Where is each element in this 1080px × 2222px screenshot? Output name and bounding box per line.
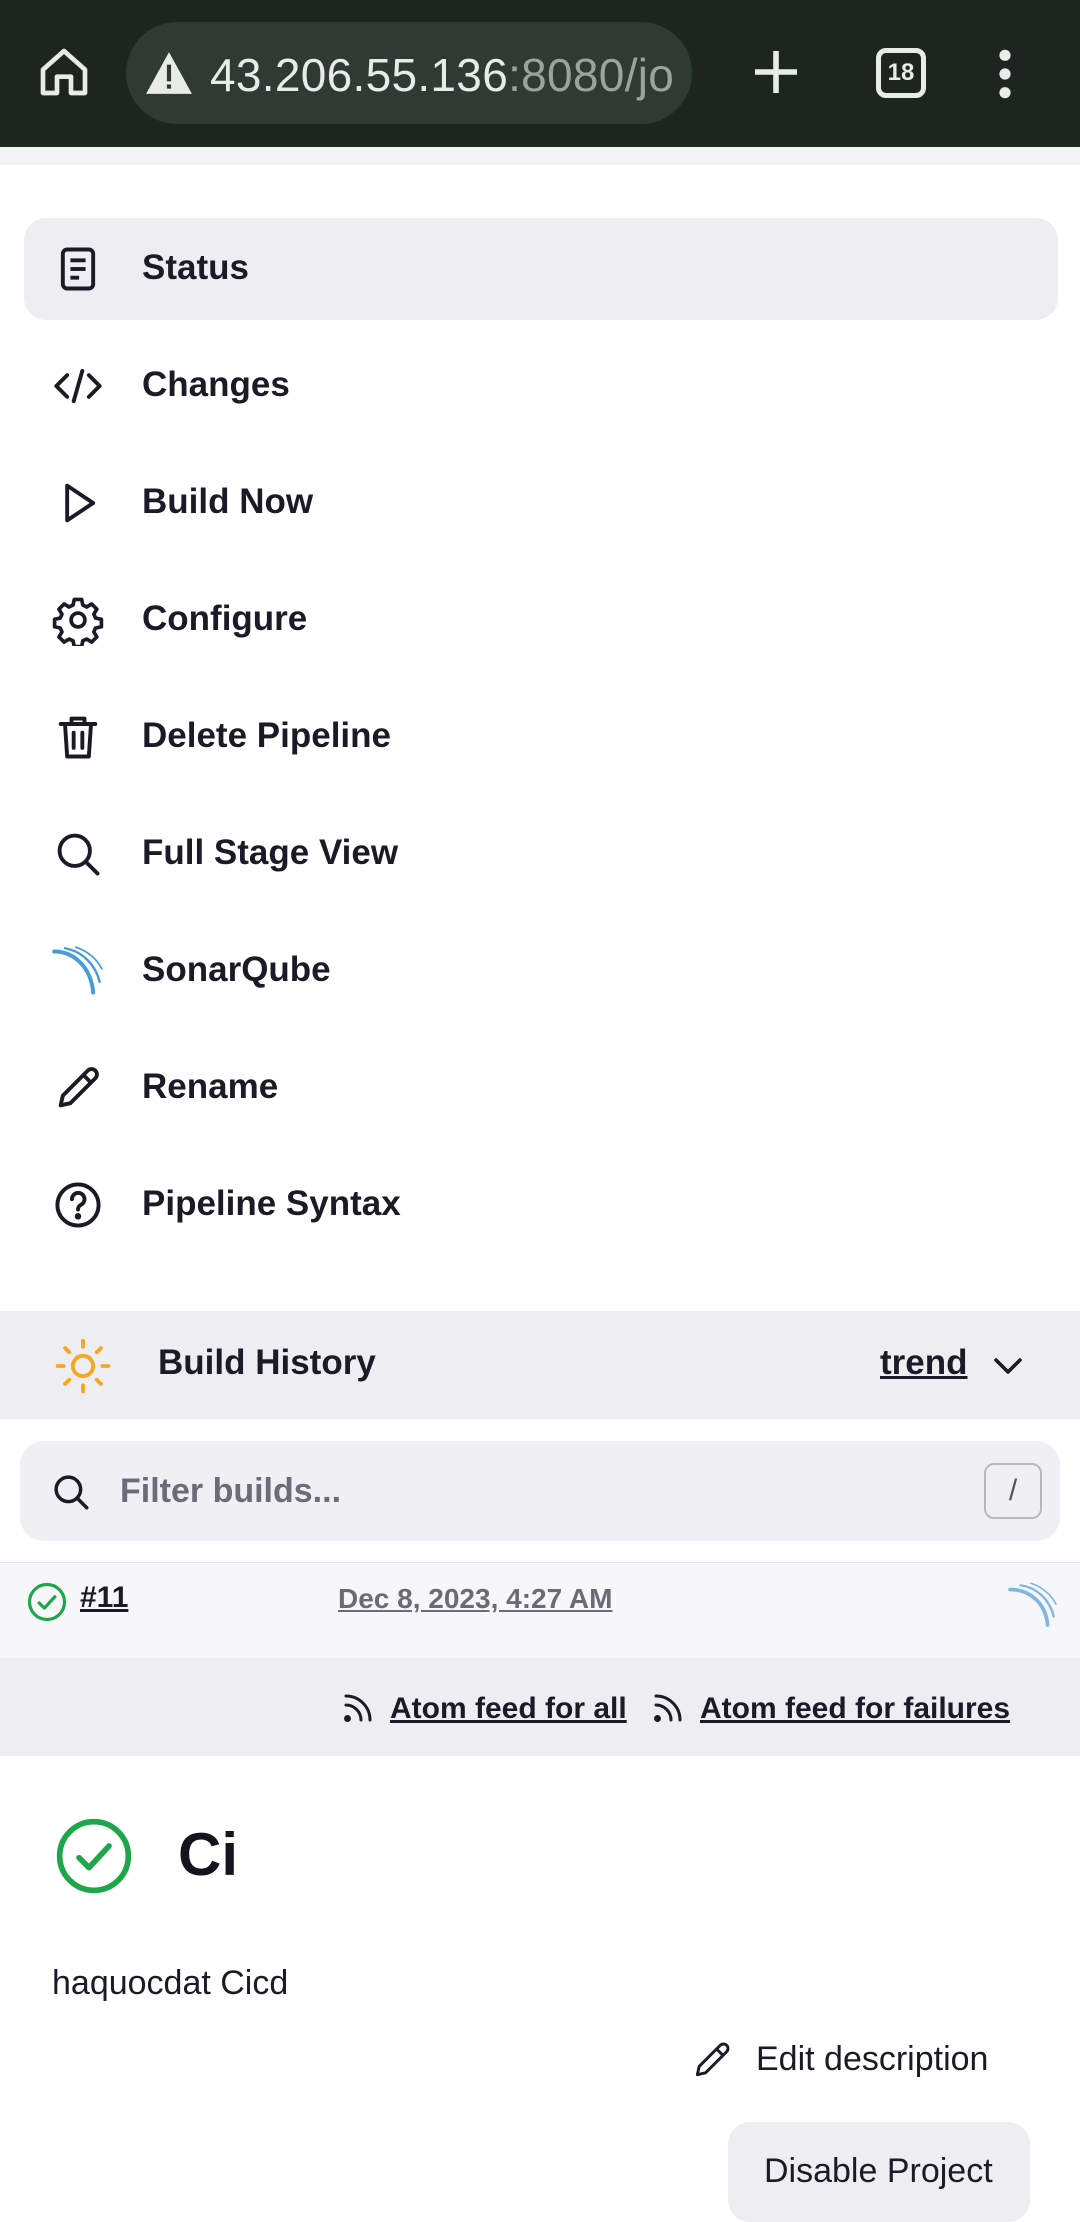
code-icon bbox=[54, 368, 102, 404]
sidebar-item-label: Full Stage View bbox=[142, 833, 399, 872]
rss-icon bbox=[344, 1694, 372, 1722]
document-icon bbox=[60, 247, 96, 291]
atom-feed-all-label: Atom feed for all bbox=[390, 1692, 627, 1725]
toolbar-divider bbox=[0, 147, 1080, 165]
pencil-icon bbox=[58, 1067, 99, 1108]
sidebar-item-label: Build Now bbox=[142, 482, 314, 521]
sidebar-item-build-now[interactable]: Build Now bbox=[24, 452, 1058, 554]
sidebar-item-label: Changes bbox=[142, 365, 290, 404]
sonarqube-icon[interactable] bbox=[1008, 1577, 1058, 1627]
atom-feeds-bar: Atom feed for all Atom feed for failures bbox=[0, 1658, 1080, 1756]
success-check-icon bbox=[56, 1818, 132, 1894]
disable-project-button[interactable]: Disable Project bbox=[728, 2122, 1030, 2222]
url-path: :8080/jo bbox=[508, 49, 675, 101]
home-icon[interactable] bbox=[36, 44, 92, 100]
edit-description-label: Edit description bbox=[756, 2040, 989, 2078]
browser-toolbar: 43.206.55.136:8080/jo 18 bbox=[0, 0, 1080, 147]
url-text: 43.206.55.136:8080/jo bbox=[210, 48, 674, 102]
sidebar-item-label: Rename bbox=[142, 1067, 279, 1106]
disable-project-label: Disable Project bbox=[764, 2152, 993, 2190]
keyboard-shortcut-badge: / bbox=[984, 1463, 1042, 1519]
sidebar-item-changes[interactable]: Changes bbox=[24, 335, 1058, 437]
sidebar-item-delete-pipeline[interactable]: Delete Pipeline bbox=[24, 686, 1058, 788]
url-host: 43.206.55.136 bbox=[210, 49, 509, 101]
build-row: #11 Dec 8, 2023, 4:27 AM bbox=[0, 1562, 1080, 1658]
sidebar-item-configure[interactable]: Configure bbox=[24, 569, 1058, 671]
pencil-icon bbox=[695, 2042, 730, 2077]
sidebar-item-label: Configure bbox=[142, 599, 308, 638]
sun-icon bbox=[55, 1338, 111, 1394]
rss-icon bbox=[654, 1694, 682, 1722]
search-icon bbox=[57, 833, 100, 876]
sidebar-item-rename[interactable]: Rename bbox=[24, 1037, 1058, 1139]
project-description: haquocdat Cicd bbox=[52, 1964, 289, 2002]
sidebar-item-label: Pipeline Syntax bbox=[142, 1184, 401, 1223]
build-history-header: Build History trend bbox=[0, 1311, 1080, 1419]
sidebar-item-full-stage-view[interactable]: Full Stage View bbox=[24, 803, 1058, 905]
build-number-link[interactable]: #11 bbox=[80, 1581, 128, 1615]
search-icon bbox=[54, 1475, 89, 1510]
warning-icon[interactable] bbox=[144, 50, 194, 96]
sidebar-item-label: SonarQube bbox=[142, 950, 331, 989]
more-menu-icon[interactable] bbox=[990, 46, 1020, 102]
sidebar-item-label: Delete Pipeline bbox=[142, 716, 391, 755]
chevron-down-icon[interactable] bbox=[990, 1351, 1026, 1381]
trend-link[interactable]: trend bbox=[880, 1343, 968, 1383]
build-history-title: Build History bbox=[158, 1343, 376, 1382]
play-icon bbox=[65, 483, 96, 523]
filter-builds-input[interactable] bbox=[120, 1461, 980, 1521]
success-check-icon bbox=[27, 1582, 67, 1622]
trash-icon bbox=[58, 716, 98, 759]
sidebar-item-pipeline-syntax[interactable]: Pipeline Syntax bbox=[24, 1154, 1058, 1256]
filter-builds-field: / bbox=[20, 1441, 1060, 1541]
help-icon bbox=[55, 1182, 101, 1228]
atom-feed-failures-label: Atom feed for failures bbox=[700, 1692, 1011, 1725]
build-date-link[interactable]: Dec 8, 2023, 4:27 AM bbox=[338, 1583, 612, 1615]
new-tab-icon[interactable] bbox=[748, 44, 804, 100]
sidebar-item-status[interactable]: Status bbox=[24, 218, 1058, 320]
address-bar[interactable]: 43.206.55.136:8080/jo bbox=[126, 22, 692, 124]
project-name: Ci bbox=[178, 1821, 238, 1888]
gear-icon bbox=[52, 597, 104, 646]
sidebar-item-sonarqube[interactable]: SonarQube bbox=[24, 920, 1058, 1022]
sidebar-item-label: Status bbox=[142, 248, 249, 287]
sonarqube-icon bbox=[52, 946, 103, 995]
tab-switcher-button[interactable]: 18 bbox=[876, 48, 926, 98]
